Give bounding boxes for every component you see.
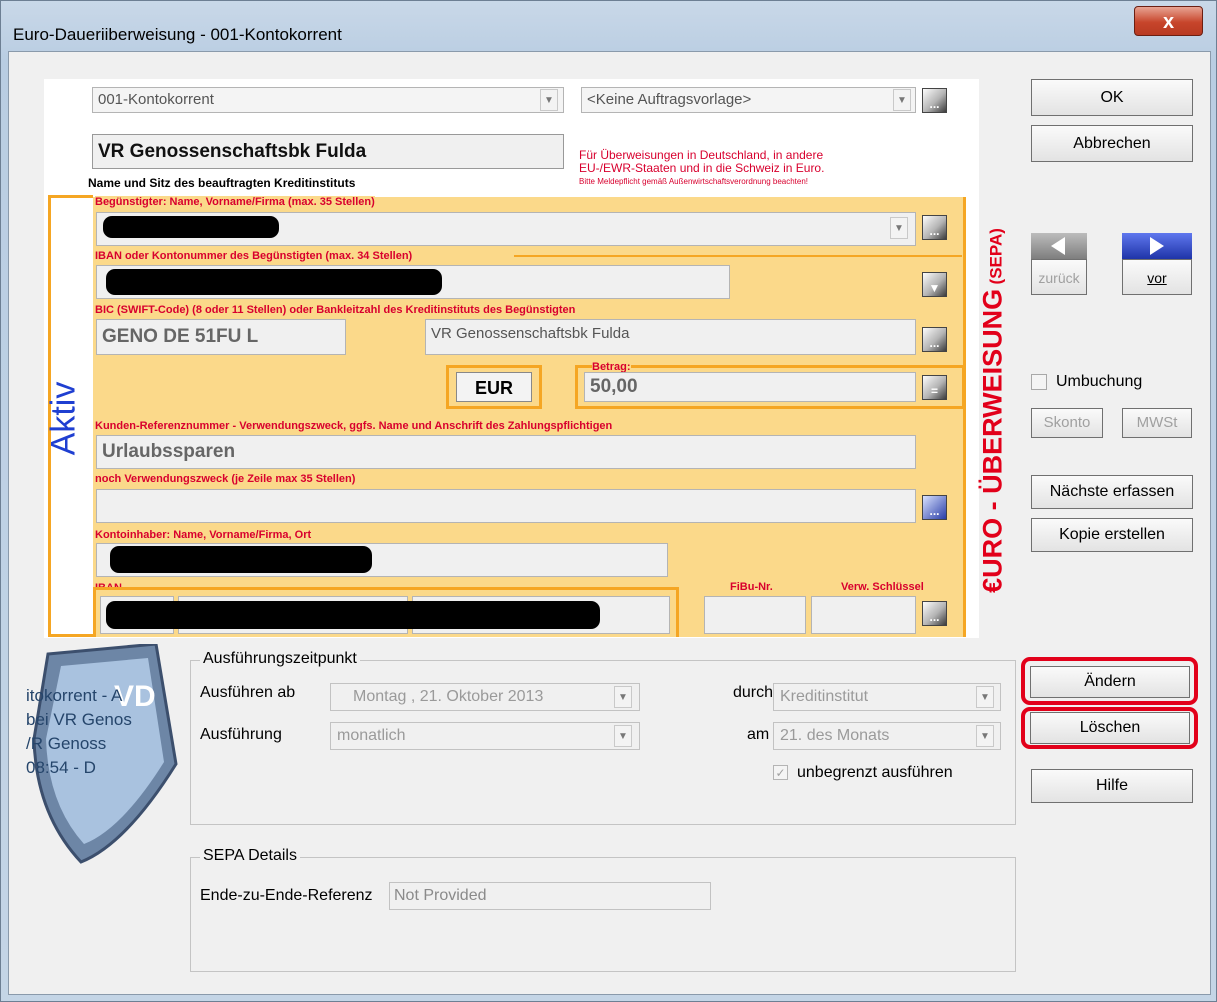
start-date-label: Ausführen ab <box>200 684 296 701</box>
bic-field[interactable]: GENO DE 51FU L <box>96 319 346 355</box>
schluessel-more-button[interactable]: ... <box>922 601 947 626</box>
umbuchung-label: Umbuchung <box>1056 373 1143 390</box>
ok-button[interactable]: OK <box>1031 79 1193 116</box>
card-line-3: /R Genoss <box>26 734 107 753</box>
back-button[interactable]: zurück <box>1031 259 1087 295</box>
purpose2-field[interactable] <box>96 489 916 523</box>
skonto-button[interactable]: Skonto <box>1031 408 1103 438</box>
template-select[interactable]: <Keine Auftragsvorlage> <box>581 87 916 113</box>
notice-text: Für Überweisungen in Deutschland, in and… <box>579 148 825 187</box>
sepa-group-title: SEPA Details <box>200 847 300 865</box>
start-date-field[interactable]: Montag , 21. Oktober 2013 <box>330 683 640 711</box>
e2e-label: Ende-zu-Ende-Referenz <box>200 887 373 904</box>
template-more-button[interactable]: ... <box>922 88 947 113</box>
back-arrow-glyph <box>1051 237 1065 255</box>
window-title: Euro-Daueriiberweisung - 001-Kontokorren… <box>13 25 342 44</box>
change-button[interactable]: Ändern <box>1030 666 1190 698</box>
reference-label: Kunden-Referenznummer - Verwendungszweck… <box>95 420 613 432</box>
unlimited-checkbox[interactable]: ✓ <box>773 765 788 780</box>
execution-group-title: Ausführungszeitpunkt <box>200 650 360 668</box>
beneficiary-bank-field: VR Genossenschaftsbk Fulda <box>425 319 916 355</box>
holder-redacted <box>110 546 372 573</box>
card-line-4: 08:54 - D <box>26 758 96 777</box>
day-select[interactable]: 21. des Monats <box>773 722 1001 750</box>
currency-field: EUR <box>456 372 532 402</box>
next-entry-button[interactable]: Nächste erfassen <box>1031 475 1193 509</box>
account-select[interactable]: 001-Kontokorrent <box>92 87 564 113</box>
account-select-chevron-down-icon[interactable]: ▼ <box>540 89 558 111</box>
via-chevron-down-icon[interactable]: ▼ <box>976 686 994 708</box>
amount-field[interactable]: 50,00 <box>584 372 916 402</box>
card-line-1: itokorrent - A <box>26 686 123 705</box>
day-label: am <box>747 726 770 743</box>
beneficiary-chevron-down-icon[interactable]: ▼ <box>890 217 908 239</box>
help-button[interactable]: Hilfe <box>1031 769 1193 803</box>
iban-dropdown-button[interactable]: ▼ <box>922 272 947 297</box>
iban-label-line <box>514 255 962 257</box>
template-select-chevron-down-icon[interactable]: ▼ <box>893 89 911 111</box>
unlimited-label: unbegrenzt ausführen <box>797 764 953 781</box>
reference-field[interactable]: Urlaubssparen <box>96 435 916 469</box>
forward-button[interactable]: vor <box>1122 259 1192 295</box>
form-frame-top <box>48 195 93 198</box>
fibu-label: FiBu-Nr. <box>730 581 773 593</box>
copy-button[interactable]: Kopie erstellen <box>1031 518 1193 552</box>
via-select[interactable]: Kreditinstitut <box>773 683 1001 711</box>
payer-iban-redacted <box>106 601 600 629</box>
fibu-field <box>704 596 806 634</box>
bank-lookup-button[interactable]: ... <box>922 327 947 352</box>
iban-label: IBAN oder Kontonummer des Begünstigten (… <box>95 250 413 262</box>
bic-label: BIC (SWIFT-Code) (8 oder 11 Stellen) ode… <box>95 304 576 316</box>
delete-button[interactable]: Löschen <box>1030 712 1190 744</box>
card-line-2: bei VR Genos <box>26 710 132 729</box>
cancel-button[interactable]: Abbrechen <box>1031 125 1193 162</box>
form-frame-bottom <box>48 634 96 637</box>
umbuchung-checkbox[interactable] <box>1031 374 1047 390</box>
e2e-field: Not Provided <box>389 882 711 910</box>
schluessel-field <box>811 596 916 634</box>
sepa-group <box>190 857 1016 972</box>
holder-label: Kontoinhaber: Name, Vorname/Firma, Ort <box>95 529 312 541</box>
via-label: durch <box>733 684 774 701</box>
interval-select[interactable]: monatlich <box>330 722 640 750</box>
beneficiary-more-button[interactable]: ... <box>922 215 947 240</box>
title-bar: Euro-Daueriiberweisung - 001-Kontokorren… <box>1 1 1216 49</box>
bank-name-caption: Name und Sitz des beauftragten Kreditins… <box>88 176 356 190</box>
background-shield-card: VD itokorrent - A bei VR Genos /R Genoss… <box>26 644 186 864</box>
interval-chevron-down-icon[interactable]: ▼ <box>614 725 632 747</box>
interval-label: Ausführung <box>200 726 282 743</box>
bank-name-field: VR Genossenschaftsbk Fulda <box>92 134 564 169</box>
day-chevron-down-icon[interactable]: ▼ <box>976 725 994 747</box>
calculator-button[interactable]: = <box>922 375 947 400</box>
forward-arrow-glyph <box>1150 237 1164 255</box>
panel-divider <box>963 197 966 637</box>
close-button[interactable]: x <box>1134 6 1203 36</box>
beneficiary-redacted <box>103 216 279 238</box>
start-date-chevron-down-icon[interactable]: ▼ <box>614 686 632 708</box>
beneficiary-label: Begünstigter: Name, Vorname/Firma (max. … <box>95 196 375 208</box>
mwst-button[interactable]: MWSt <box>1122 408 1192 438</box>
purpose-more-button[interactable]: ... <box>922 495 947 520</box>
status-aktiv-label: Aktiv <box>44 381 83 456</box>
transfer-form: 001-Kontokorrent ▼ <Keine Auftragsvorlag… <box>44 79 1008 638</box>
purpose2-label: noch Verwendungszweck (je Zeile max 35 S… <box>95 473 356 485</box>
schluessel-label: Verw. Schlüssel <box>841 581 924 593</box>
iban-redacted <box>106 269 442 295</box>
